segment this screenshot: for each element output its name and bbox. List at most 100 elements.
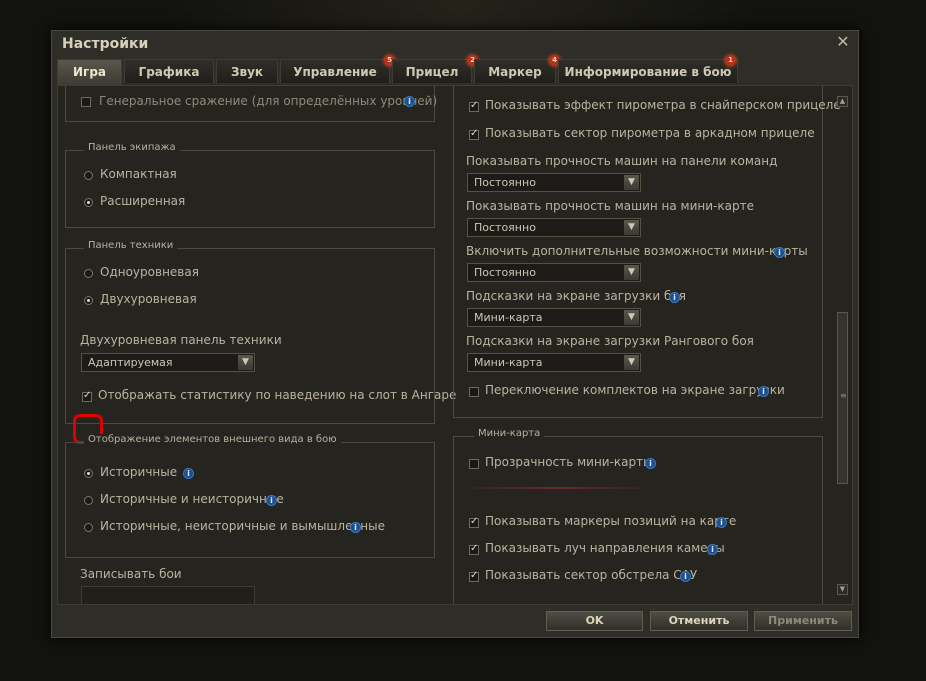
info-icon[interactable]: i	[404, 96, 415, 107]
pyrometer-arcade-checkbox[interactable]	[469, 128, 479, 140]
tab-label: Прицел	[405, 65, 459, 79]
tab-label: Информирование в бою	[564, 65, 732, 79]
tab-sound[interactable]: Звук	[216, 59, 278, 83]
chevron-down-icon: ▼	[624, 310, 639, 325]
vehicle-double-radio[interactable]	[84, 296, 93, 305]
position-markers-checkbox[interactable]	[469, 516, 479, 528]
dropdown-value: Постоянно	[474, 176, 536, 189]
vehicle-single-radio[interactable]	[84, 269, 93, 278]
tab-label: Графика	[138, 65, 200, 79]
close-icon[interactable]: ✕	[834, 33, 852, 51]
settings-dialog: Настройки ✕ Игра Графика Звук Управление…	[51, 30, 859, 638]
info-icon[interactable]: i	[707, 544, 718, 555]
transparency-slider[interactable]	[472, 487, 642, 489]
minimap-transparency-label: Прозрачность мини-карты	[485, 455, 653, 469]
spg-sector-label: Показывать сектор обстрела САУ	[485, 568, 698, 582]
cancel-button[interactable]: Отменить	[650, 611, 748, 631]
vehicle-panel-title: Панель техники	[84, 240, 178, 251]
hp-minimap-dropdown[interactable]: Постоянно ▼	[467, 218, 641, 237]
crew-extended-label: Расширенная	[100, 194, 186, 208]
info-icon[interactable]: i	[645, 458, 656, 469]
loading-hints-label: Подсказки на экране загрузки боя	[466, 289, 686, 303]
double-panel-label: Двухуровневая панель техники	[80, 333, 282, 347]
crew-compact-label: Компактная	[100, 167, 177, 181]
hp-team-panel-dropdown[interactable]: Постоянно ▼	[467, 173, 641, 192]
minimap-title: Мини-карта	[474, 428, 545, 439]
dialog-title: Настройки	[62, 36, 149, 52]
minimap-extra-dropdown[interactable]: Постоянно ▼	[467, 263, 641, 282]
settings-content: Генеральное сражение (для определённых у…	[57, 85, 853, 605]
info-icon[interactable]: i	[774, 247, 785, 258]
pyrometer-arcade-label: Показывать сектор пирометра в аркадном п…	[485, 126, 815, 140]
scrollbar-thumb[interactable]: ≡	[837, 312, 848, 484]
appearance-all-label: Историчные, неисторичные и вымышленные	[100, 519, 385, 533]
position-markers-label: Показывать маркеры позиций на карте	[485, 514, 737, 528]
appearance-historical-label: Историчные	[100, 465, 178, 479]
apply-button[interactable]: Применить	[754, 611, 852, 631]
info-icon[interactable]: i	[758, 386, 769, 397]
record-battles-dropdown[interactable]	[81, 586, 255, 604]
tab-controls[interactable]: Управление 5	[280, 55, 395, 83]
minimap-extra-label: Включить дополнительные возможности мини…	[466, 244, 808, 258]
appearance-all-radio[interactable]	[84, 523, 93, 532]
crew-compact-radio[interactable]	[84, 171, 93, 180]
show-stats-label: Отображать статистику по наведению на сл…	[98, 388, 457, 402]
tab-game[interactable]: Игра	[57, 59, 122, 85]
hp-team-panel-label: Показывать прочность машин на панели ком…	[466, 154, 778, 168]
chevron-down-icon[interactable]: ▼	[837, 584, 848, 595]
vehicle-single-label: Одноуровневая	[100, 265, 199, 279]
show-stats-checkbox[interactable]	[82, 390, 92, 402]
chevron-down-icon: ▼	[624, 175, 639, 190]
general-battle-label: Генеральное сражение (для определённых у…	[99, 94, 438, 108]
notification-badge: 1	[725, 55, 736, 66]
tab-battle-info[interactable]: Информирование в бою 1	[558, 55, 738, 83]
chevron-down-icon: ▼	[238, 355, 253, 370]
info-icon[interactable]: i	[266, 495, 277, 506]
info-icon[interactable]: i	[183, 468, 194, 479]
info-icon[interactable]: i	[680, 571, 691, 582]
camera-ray-checkbox[interactable]	[469, 543, 479, 555]
tab-label: Управление	[293, 65, 377, 79]
vehicle-double-label: Двухуровневая	[100, 292, 197, 306]
tab-sight[interactable]: Прицел 2	[392, 55, 478, 83]
tab-label: Звук	[230, 65, 264, 79]
chevron-up-icon[interactable]: ▲	[837, 96, 848, 107]
kits-switch-checkbox[interactable]	[469, 387, 479, 397]
info-icon[interactable]: i	[669, 292, 680, 303]
dropdown-value: Мини-карта	[474, 311, 543, 324]
chevron-down-icon: ▼	[624, 265, 639, 280]
record-battles-label: Записывать бои	[80, 567, 182, 581]
tab-label: Игра	[73, 65, 106, 79]
appearance-mixed-label: Историчные и неисторичные	[100, 492, 284, 506]
scrollbar[interactable]: ▲ ≡ ▼	[837, 96, 849, 596]
dropdown-value: Мини-карта	[474, 356, 543, 369]
dropdown-value: Постоянно	[474, 221, 536, 234]
loading-hints-dropdown[interactable]: Мини-карта ▼	[467, 308, 641, 327]
pyrometer-sniper-checkbox[interactable]	[469, 100, 479, 112]
pyrometer-sniper-label: Показывать эффект пирометра в снайперско…	[485, 98, 841, 112]
crew-extended-radio[interactable]	[84, 198, 93, 207]
hp-minimap-label: Показывать прочность машин на мини-карте	[466, 199, 754, 213]
camera-ray-label: Показывать луч направления камеры	[485, 541, 725, 555]
minimap-transparency-checkbox[interactable]	[469, 459, 479, 469]
tab-marker[interactable]: Маркер 4	[474, 55, 560, 83]
appearance-mixed-radio[interactable]	[84, 496, 93, 505]
info-icon[interactable]: i	[350, 522, 361, 533]
general-battle-checkbox[interactable]	[81, 97, 91, 107]
chevron-down-icon: ▼	[624, 355, 639, 370]
dropdown-value: Адаптируемая	[88, 356, 173, 369]
crew-panel-title: Панель экипажа	[84, 142, 180, 153]
double-panel-dropdown[interactable]: Адаптируемая ▼	[81, 353, 255, 372]
tab-graphics[interactable]: Графика	[124, 59, 214, 83]
tab-label: Маркер	[488, 65, 542, 79]
info-icon[interactable]: i	[716, 517, 727, 528]
ranked-hints-dropdown[interactable]: Мини-карта ▼	[467, 353, 641, 372]
ranked-hints-label: Подсказки на экране загрузки Рангового б…	[466, 334, 754, 348]
appearance-title: Отображение элементов внешнего вида в бо…	[84, 434, 341, 445]
grip-icon: ≡	[840, 391, 847, 400]
spg-sector-checkbox[interactable]	[469, 570, 479, 582]
chevron-down-icon: ▼	[624, 220, 639, 235]
ok-button[interactable]: OK	[546, 611, 643, 631]
kits-switch-label: Переключение комплектов на экране загруз…	[485, 383, 785, 397]
appearance-historical-radio[interactable]	[84, 469, 93, 478]
